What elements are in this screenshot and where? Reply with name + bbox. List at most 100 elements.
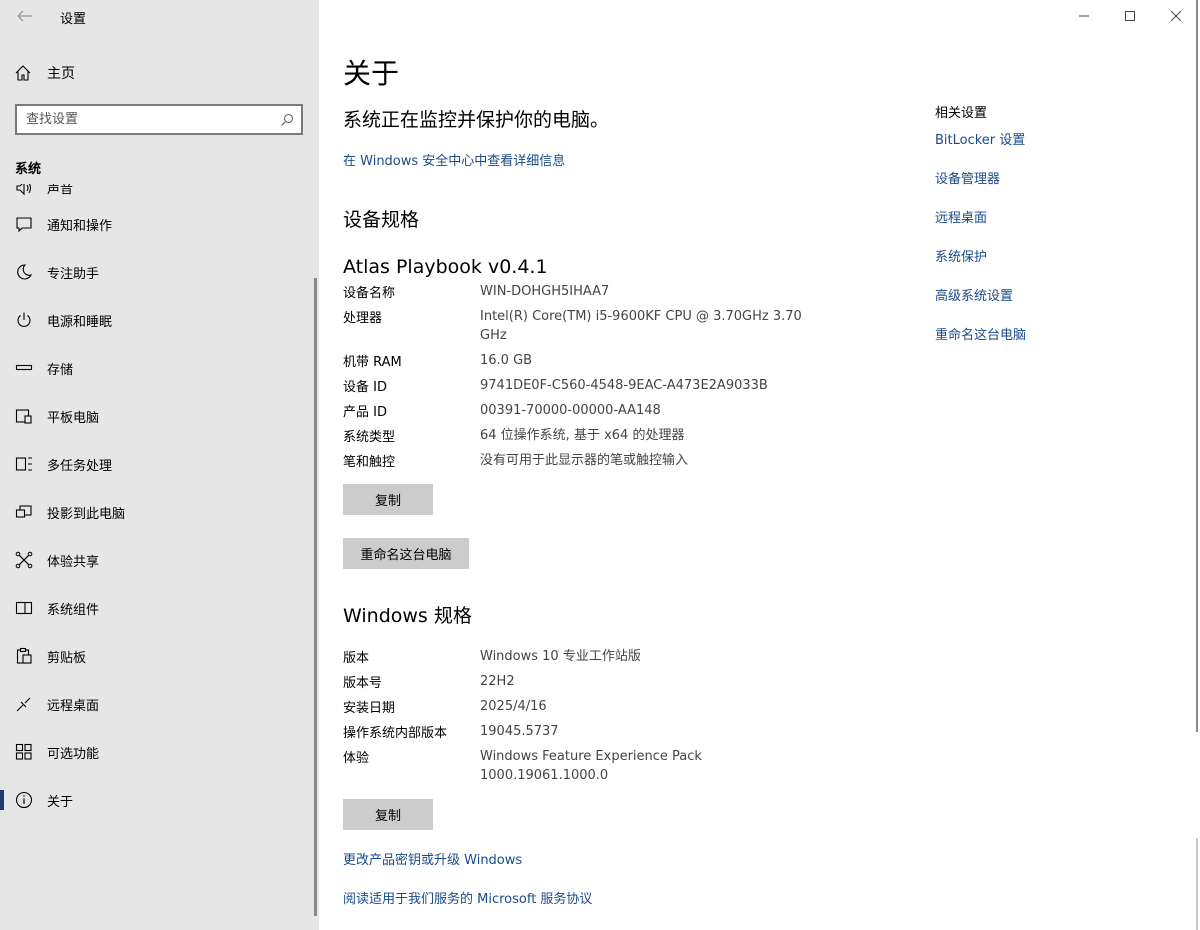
page-title: 关于 (343, 57, 400, 90)
sidebar-item-focus-assist[interactable]: 专注助手 (0, 248, 319, 296)
copy-windows-specs-button[interactable]: 复制 (343, 799, 433, 830)
service-agreement-link[interactable]: 阅读适用于我们服务的 Microsoft 服务协议 (343, 888, 592, 907)
spec-key: 安装日期 (343, 701, 396, 716)
spec-value: Intel(R) Core(TM) i5-9600KF CPU @ 3.70GH… (480, 309, 802, 343)
power-icon (15, 311, 33, 329)
spec-key: 处理器 (343, 311, 383, 326)
device-spec-heading: 设备规格 (343, 209, 420, 231)
project-icon (15, 503, 33, 521)
sidebar-item-label: 剪贴板 (47, 650, 87, 666)
sidebar-item-label: 电源和睡眠 (47, 314, 113, 330)
sidebar-item-notifications[interactable]: 通知和操作 (0, 200, 319, 248)
sidebar-item-label: 专注助手 (47, 266, 100, 282)
sidebar-scrollbar[interactable] (314, 278, 317, 916)
spec-key: 机带 RAM (343, 355, 402, 370)
moon-icon (15, 263, 33, 281)
features-icon (15, 743, 33, 761)
security-center-link[interactable]: 在 Windows 安全中心中查看详细信息 (343, 150, 565, 169)
sidebar-item-power[interactable]: 电源和睡眠 (0, 296, 319, 344)
sidebar-item-storage[interactable]: 存储 (0, 344, 319, 392)
sidebar-item-label: 远程桌面 (47, 698, 100, 714)
protection-status: 系统正在监控并保护你的电脑。 (343, 109, 610, 131)
maximize-icon (1125, 11, 1135, 21)
maximize-button[interactable] (1117, 6, 1143, 26)
multitask-icon (15, 455, 33, 473)
sidebar-item-label: 声音 (47, 184, 74, 197)
sidebar-item-label: 通知和操作 (47, 218, 113, 234)
sidebar-item-about[interactable]: 关于 (0, 776, 319, 824)
minimize-button[interactable] (1071, 6, 1097, 26)
search-icon[interactable] (280, 112, 294, 126)
related-link-device-manager[interactable]: 设备管理器 (935, 168, 1000, 187)
spec-row-device-id: 设备 ID 9741DE0F-C560-4548-9EAC-A473E2A903… (343, 376, 823, 395)
spec-value: 没有可用于此显示器的笔或触控输入 (480, 453, 689, 468)
related-link-remote-desktop[interactable]: 远程桌面 (935, 207, 987, 226)
sidebar-item-sound[interactable]: 声音 (0, 184, 319, 200)
close-button[interactable] (1163, 6, 1189, 26)
change-product-key-link[interactable]: 更改产品密钥或升级 Windows (343, 849, 522, 868)
spec-row-system-type: 系统类型 64 位操作系统, 基于 x64 的处理器 (343, 426, 823, 445)
sidebar-item-label: 关于 (47, 794, 74, 810)
sidebar-item-label: 体验共享 (47, 554, 100, 570)
remote-icon (15, 695, 33, 713)
sidebar-item-clipboard[interactable]: 剪贴板 (0, 632, 319, 680)
related-link-rename-pc[interactable]: 重命名这台电脑 (935, 324, 1026, 343)
sidebar-item-label: 投影到此电脑 (47, 506, 126, 522)
spec-value: WIN-DOHGH5IHAA7 (480, 284, 610, 299)
rename-pc-button[interactable]: 重命名这台电脑 (343, 538, 469, 569)
spec-value: Windows 10 专业工作站版 (480, 649, 641, 664)
speaker-icon (15, 184, 33, 197)
home-label: 主页 (47, 66, 75, 82)
sidebar-item-label: 平板电脑 (47, 410, 100, 426)
home-icon (14, 64, 32, 82)
sidebar-item-optional-features[interactable]: 可选功能 (0, 728, 319, 776)
sidebar-item-label: 可选功能 (47, 746, 100, 762)
spec-row-install-date: 安装日期 2025/4/16 (343, 697, 823, 716)
sidebar-item-system-components[interactable]: 系统组件 (0, 584, 319, 632)
spec-value: 19045.5737 (480, 724, 559, 739)
minimize-icon (1079, 15, 1089, 17)
spec-key: 版本号 (343, 676, 383, 691)
sidebar-item-multitasking[interactable]: 多任务处理 (0, 440, 319, 488)
sidebar-item-label: 多任务处理 (47, 458, 113, 474)
back-arrow-icon[interactable] (12, 6, 36, 26)
sidebar-item-tablet[interactable]: 平板电脑 (0, 392, 319, 440)
spec-value: 2025/4/16 (480, 699, 547, 714)
main-content: 关于 系统正在监控并保护你的电脑。 在 Windows 安全中心中查看详细信息 … (319, 0, 1200, 930)
home-nav-item[interactable]: 主页 (14, 62, 75, 84)
spec-value: 00391-70000-00000-AA148 (480, 403, 661, 418)
spec-key: 设备名称 (343, 286, 396, 301)
components-icon (15, 599, 33, 617)
spec-row-product-id: 产品 ID 00391-70000-00000-AA148 (343, 401, 823, 420)
search-input[interactable] (26, 112, 266, 127)
storage-icon (15, 359, 33, 377)
spec-row-processor: 处理器 Intel(R) Core(TM) i5-9600KF CPU @ 3.… (343, 307, 823, 345)
clipboard-icon (15, 647, 33, 665)
spec-key: 版本 (343, 651, 370, 666)
info-icon (15, 791, 33, 809)
spec-value: 16.0 GB (480, 353, 533, 368)
sidebar-item-remote-desktop[interactable]: 远程桌面 (0, 680, 319, 728)
related-link-bitlocker[interactable]: BitLocker 设置 (935, 129, 1025, 148)
spec-value: 9741DE0F-C560-4548-9EAC-A473E2A9033B (480, 378, 768, 393)
spec-key: 笔和触控 (343, 455, 396, 470)
spec-value: 22H2 (480, 674, 515, 689)
spec-row-edition: 版本 Windows 10 专业工作站版 (343, 647, 823, 666)
search-box[interactable] (15, 104, 303, 135)
sidebar-item-shared-experiences[interactable]: 体验共享 (0, 536, 319, 584)
spec-row-device-name: 设备名称 WIN-DOHGH5IHAA7 (343, 282, 823, 301)
copy-device-specs-button[interactable]: 复制 (343, 484, 433, 515)
spec-row-experience: 体验 Windows Feature Experience Pack 1000.… (343, 747, 823, 785)
related-link-system-protection[interactable]: 系统保护 (935, 246, 987, 265)
main-scrollbar[interactable] (1196, 0, 1198, 732)
nav-list: 声音 通知和操作 专注助手 电源和睡眠 存储 平板电脑 多任务处理 投影到此电脑… (0, 184, 319, 824)
message-icon (15, 215, 33, 233)
sidebar-item-project[interactable]: 投影到此电脑 (0, 488, 319, 536)
spec-value: 64 位操作系统, 基于 x64 的处理器 (480, 428, 685, 443)
app-title: 设置 (60, 12, 87, 27)
spec-key: 产品 ID (343, 405, 387, 420)
related-link-advanced-settings[interactable]: 高级系统设置 (935, 285, 1013, 304)
spec-row-ram: 机带 RAM 16.0 GB (343, 351, 823, 370)
device-name-title: Atlas Playbook v0.4.1 (343, 256, 548, 278)
section-title-system: 系统 (15, 162, 42, 177)
